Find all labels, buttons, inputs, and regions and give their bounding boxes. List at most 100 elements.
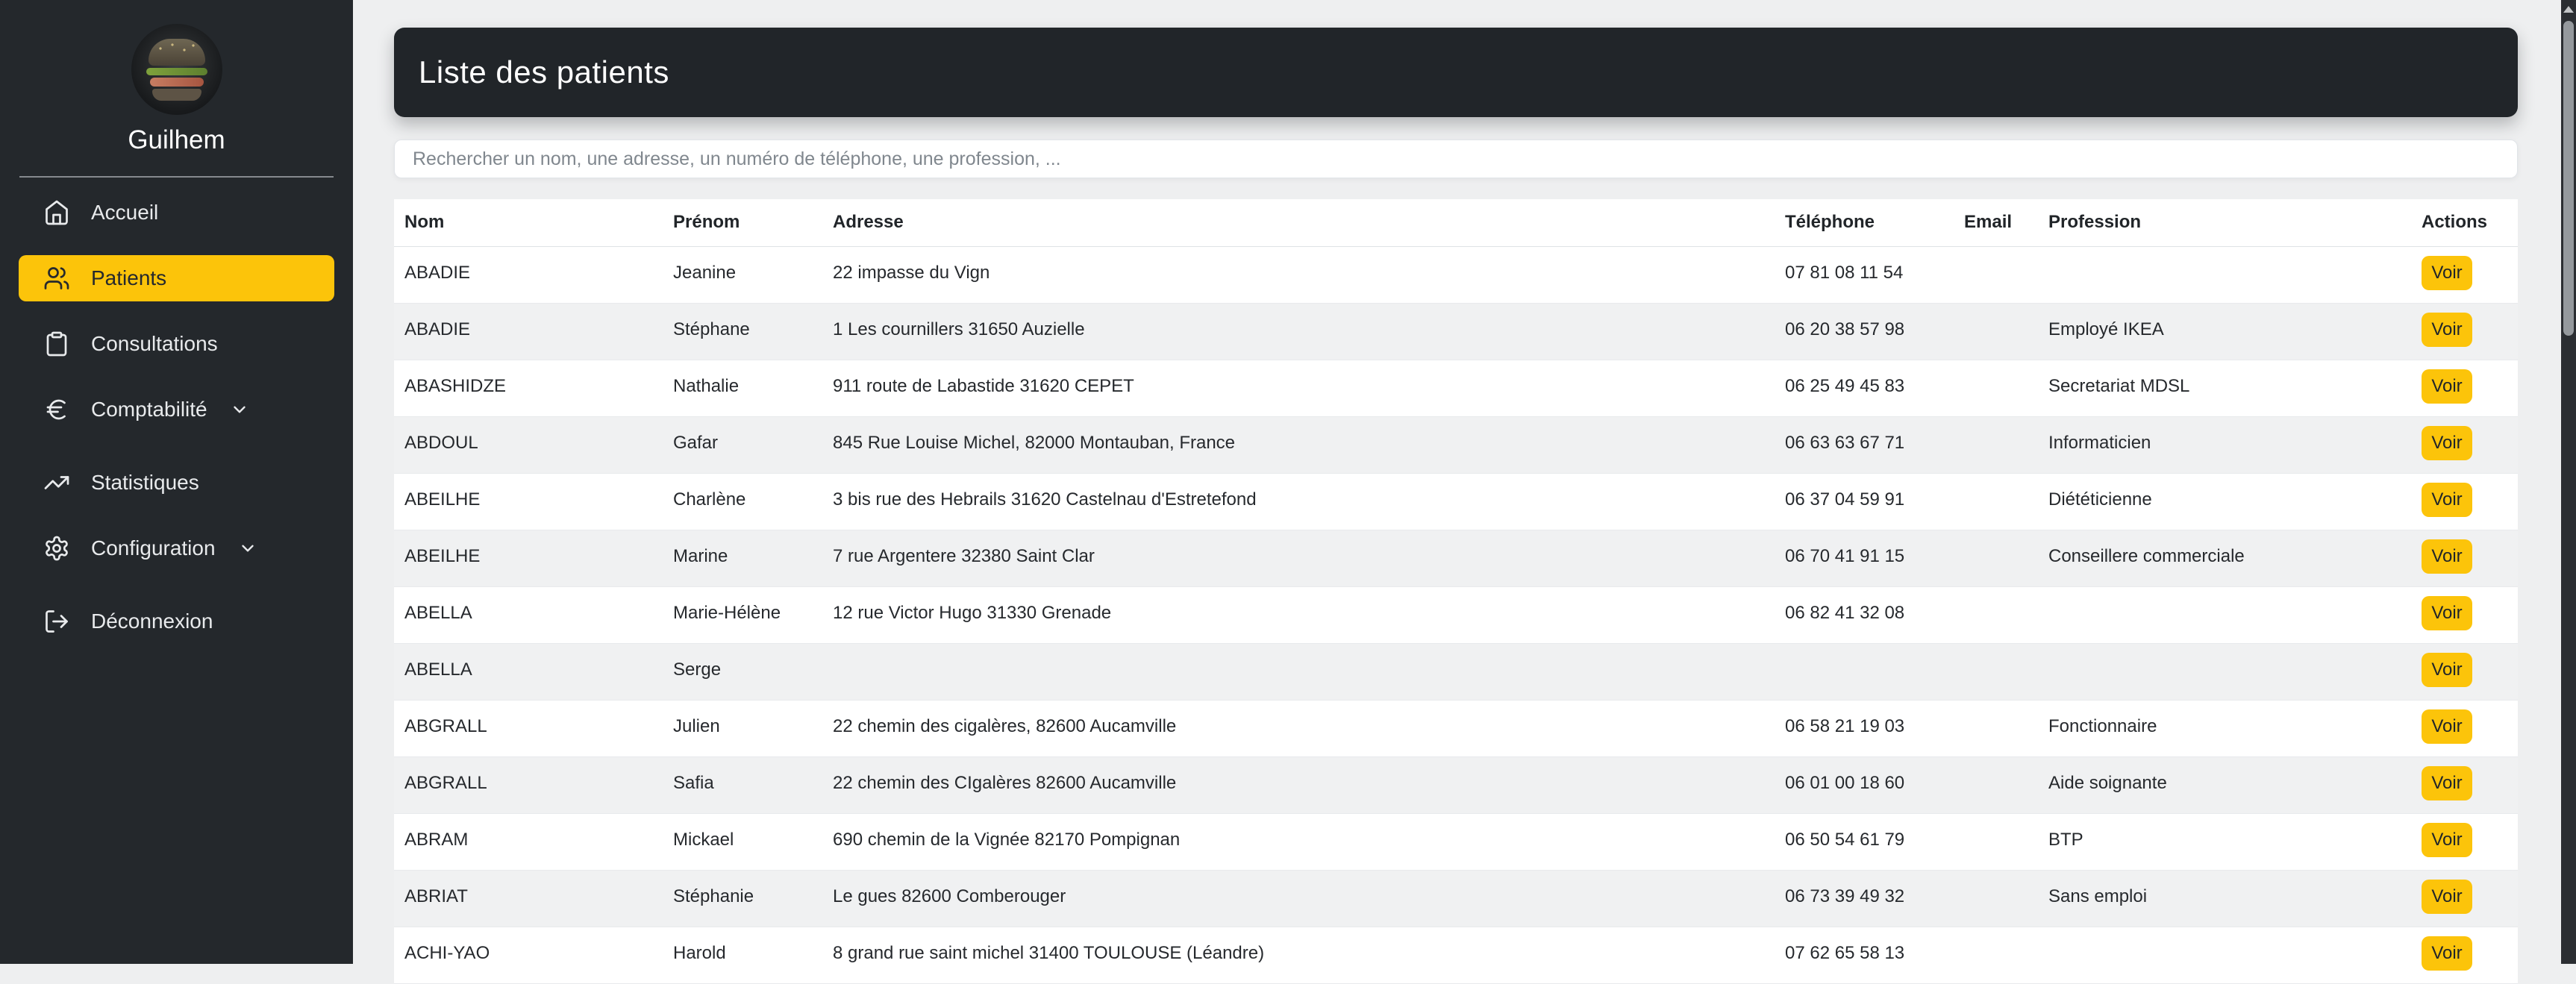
voir-button[interactable]: Voir [2422, 879, 2472, 914]
sidebar: Guilhem Accueil Patients Consultations C… [0, 0, 353, 964]
sidebar-item-patients[interactable]: Patients [19, 255, 334, 301]
scrollbar-up-arrow[interactable] [2563, 6, 2574, 13]
table-row: ACHI-YAO Harold 8 grand rue saint michel… [394, 927, 2518, 983]
cell-prenom: Marie-Hélène [673, 602, 781, 623]
cell-email [1954, 586, 2038, 643]
cell-actions: Voir [2411, 586, 2518, 643]
gear-icon [43, 535, 70, 562]
patients-table: Nom Prénom Adresse Téléphone Email Profession… [394, 199, 2518, 984]
cell-prenom: Marine [673, 545, 728, 566]
cell-profession: Informaticien [2048, 432, 2151, 453]
voir-button[interactable]: Voir [2422, 709, 2472, 744]
cell-nom: ABADIE [404, 319, 471, 339]
voir-button[interactable]: Voir [2422, 652, 2472, 687]
cell-actions: Voir [2411, 870, 2518, 927]
sidebar-nav: Accueil Patients Consultations Comptabil… [0, 189, 353, 645]
cell-email [1954, 813, 2038, 870]
sidebar-item-deconnexion[interactable]: Déconnexion [19, 598, 334, 645]
scrollbar-thumb[interactable] [2563, 21, 2574, 336]
voir-button[interactable]: Voir [2422, 255, 2472, 290]
cell-adresse: 3 bis rue des Hebrails 31620 Castelnau d… [833, 489, 1257, 510]
cell-email [1954, 643, 2038, 700]
voir-button[interactable]: Voir [2422, 936, 2472, 971]
voir-button[interactable]: Voir [2422, 312, 2472, 347]
avatar-burger-patty [149, 77, 204, 87]
voir-button[interactable]: Voir [2422, 765, 2472, 800]
cell-telephone: 06 01 00 18 60 [1785, 772, 1905, 793]
cell-nom: ABRAM [404, 829, 469, 850]
home-icon [43, 199, 70, 226]
cell-profession: Fonctionnaire [2048, 715, 2157, 736]
voir-button[interactable]: Voir [2422, 482, 2472, 517]
cell-profession [2038, 586, 2411, 643]
cell-actions: Voir [2411, 700, 2518, 756]
cell-prenom: Safia [673, 772, 714, 793]
cell-profession: Employé IKEA [2048, 319, 2164, 339]
cell-nom: ABGRALL [404, 772, 487, 793]
cell-adresse: 1 Les cournillers 31650 Auzielle [833, 319, 1085, 339]
sidebar-item-configuration[interactable]: Configuration [19, 525, 334, 571]
cell-email [1954, 530, 2038, 586]
voir-button[interactable]: Voir [2422, 822, 2472, 857]
cell-adresse: 22 chemin des cigalères, 82600 Aucamvill… [833, 715, 1177, 736]
voir-button[interactable]: Voir [2422, 425, 2472, 460]
cell-email [1954, 700, 2038, 756]
cell-adresse [822, 643, 1775, 700]
cell-email [1954, 473, 2038, 530]
cell-email [1954, 246, 2038, 303]
cell-actions: Voir [2411, 813, 2518, 870]
cell-profession [2038, 643, 2411, 700]
table-row: ABELLA Marie-Hélène 12 rue Victor Hugo 3… [394, 586, 2518, 643]
voir-button[interactable]: Voir [2422, 539, 2472, 574]
cell-nom: ABASHIDZE [404, 375, 507, 396]
cell-telephone: 06 73 39 49 32 [1785, 886, 1905, 906]
cell-telephone [1775, 643, 1954, 700]
cell-email [1954, 416, 2038, 473]
cell-telephone: 07 81 08 11 54 [1785, 262, 1904, 283]
sidebar-item-label: Déconnexion [91, 609, 213, 633]
search-input[interactable] [394, 140, 2518, 178]
sidebar-item-consultations[interactable]: Consultations [19, 321, 334, 367]
cell-prenom: Stéphane [673, 319, 750, 339]
trending-up-icon [43, 469, 70, 496]
scrollbar[interactable] [2561, 0, 2576, 964]
cell-email [1954, 870, 2038, 927]
sidebar-item-label: Configuration [91, 536, 216, 560]
table-body: ABADIE Jeanine 22 impasse du Vign 07 81 … [394, 246, 2518, 983]
sidebar-item-label: Consultations [91, 332, 218, 355]
cell-prenom: Mickael [673, 829, 734, 850]
column-header-adresse: Adresse [822, 199, 1775, 247]
table-row: ABRIAT Stéphanie Le gues 82600 Comberoug… [394, 870, 2518, 927]
sidebar-item-comptabilite[interactable]: Comptabilité [19, 386, 334, 433]
voir-button[interactable]: Voir [2422, 369, 2472, 404]
table-row: ABADIE Stéphane 1 Les cournillers 31650 … [394, 303, 2518, 360]
cell-nom: ABGRALL [404, 715, 487, 736]
table-header: Nom Prénom Adresse Téléphone Email Profession… [394, 199, 2518, 247]
cell-profession: Sans emploi [2048, 886, 2148, 906]
cell-telephone: 06 58 21 19 03 [1785, 715, 1905, 736]
cell-email [1954, 927, 2038, 983]
cell-telephone: 06 63 63 67 71 [1785, 432, 1905, 453]
cell-nom: ABRIAT [404, 886, 468, 906]
cell-actions: Voir [2411, 246, 2518, 303]
cell-prenom: Nathalie [673, 375, 740, 396]
sidebar-item-label: Statistiques [91, 471, 199, 494]
main-content: Liste des patients NomPrénomAdresseTélép… [353, 0, 2576, 983]
sidebar-item-accueil[interactable]: Accueil [19, 189, 334, 236]
cell-adresse: 690 chemin de la Vignée 82170 Pompignan [833, 829, 1181, 850]
cell-email [1954, 360, 2038, 416]
column-header-nom: Nom [394, 199, 663, 247]
cell-telephone: 06 37 04 59 91 [1785, 489, 1905, 510]
user-avatar [131, 24, 222, 115]
cell-adresse: 12 rue Victor Hugo 31330 Grenade [833, 602, 1112, 623]
cell-prenom: Julien [673, 715, 720, 736]
cell-prenom: Serge [673, 659, 722, 680]
column-header-actions: Actions [2411, 199, 2518, 247]
cell-actions: Voir [2411, 927, 2518, 983]
voir-button[interactable]: Voir [2422, 595, 2472, 630]
sidebar-item-statistiques[interactable]: Statistiques [19, 460, 334, 506]
clipboard-icon [43, 330, 70, 357]
cell-email [1954, 303, 2038, 360]
avatar-burger-bun-top [148, 38, 205, 66]
cell-telephone: 06 20 38 57 98 [1785, 319, 1905, 339]
